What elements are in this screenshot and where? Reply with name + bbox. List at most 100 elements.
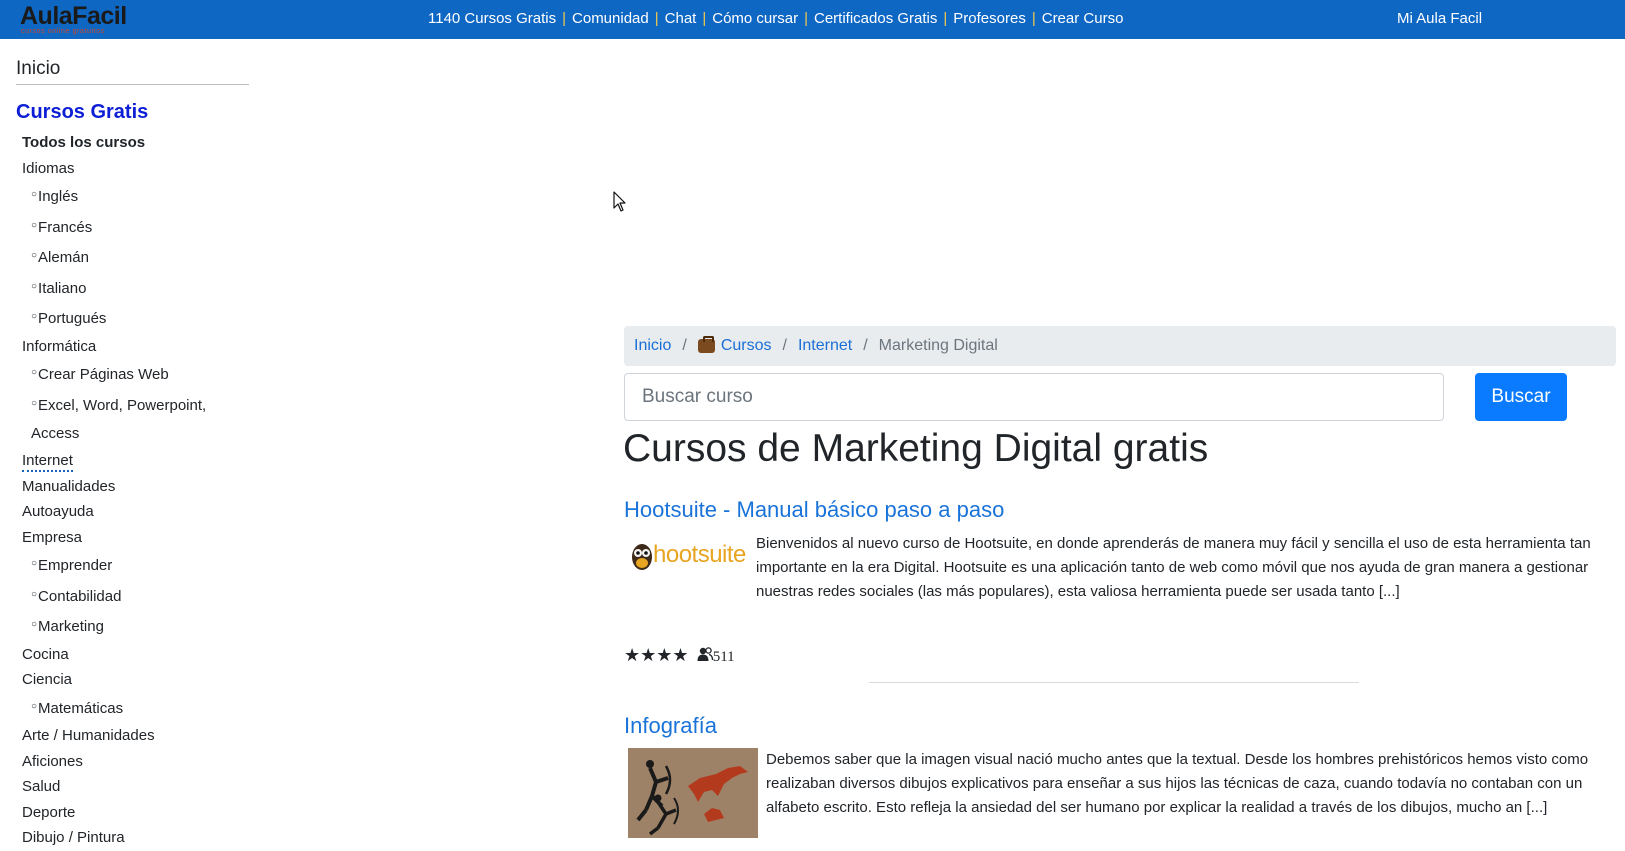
sidebar-item-label: Emprender — [38, 557, 113, 574]
page-title: Cursos de Marketing Digital gratis — [623, 427, 1209, 470]
nav-como-cursar[interactable]: Cómo cursar — [712, 10, 798, 27]
sidebar-item-label: Ciencia — [22, 671, 73, 688]
course-title-link[interactable]: Hootsuite - Manual básico paso a paso — [624, 497, 1004, 523]
sidebar-item[interactable]: Dibujo / Pintura — [16, 825, 249, 851]
sidebar-item[interactable]: Autoayuda — [16, 499, 249, 525]
star-rating: ★★★★ — [624, 645, 689, 665]
sidebar-item[interactable]: ○Emprender — [16, 550, 249, 581]
student-count: 511 — [712, 649, 735, 665]
account-link[interactable]: Mi Aula Facil — [1397, 10, 1482, 27]
nav-crear-curso[interactable]: Crear Curso — [1042, 10, 1124, 27]
nav-separator: | — [562, 10, 567, 27]
bullet-icon: ○ — [31, 588, 38, 600]
nav-comunidad[interactable]: Comunidad — [572, 10, 649, 27]
sidebar-item-label: Access — [31, 425, 80, 442]
sidebar-item[interactable]: Ciencia — [16, 667, 249, 693]
course-thumbnail[interactable] — [628, 748, 758, 846]
course-divider — [869, 682, 1359, 683]
course-description-text: Debemos saber que la imagen visual nació… — [766, 751, 1589, 816]
bullet-icon: ○ — [31, 700, 38, 712]
sidebar-item[interactable]: ○Crear Páginas Web — [16, 359, 249, 390]
top-navbar: AulaFacil cursos online gratuitos 1140 C… — [0, 0, 1625, 39]
nav-certificados[interactable]: Certificados Gratis — [814, 10, 937, 27]
bullet-icon: ○ — [31, 397, 38, 409]
sidebar-item-label: Idiomas — [22, 159, 75, 177]
course-thumbnail[interactable]: hootsuite — [624, 532, 748, 582]
sidebar-item[interactable]: ○Marketing — [16, 611, 249, 642]
sidebar-item[interactable]: ○Francés — [16, 212, 249, 243]
search-input[interactable] — [624, 373, 1444, 421]
course-rating: ★★★★ 511 — [624, 645, 735, 666]
sidebar-item-label: Cocina — [22, 645, 69, 663]
users-icon — [697, 647, 713, 661]
sidebar-item-label: Autoayuda — [22, 503, 94, 520]
search-button[interactable]: Buscar — [1475, 373, 1567, 421]
sidebar-item[interactable]: Salud — [16, 774, 249, 800]
thumbnail-text: hootsuite — [653, 541, 746, 568]
main-nav: 1140 Cursos Gratis | Comunidad | Chat | Cómo c… — [428, 10, 1123, 27]
sidebar-item[interactable]: Internet — [16, 448, 249, 474]
nav-separator: | — [702, 10, 707, 27]
sidebar-item-label: Contabilidad — [38, 587, 122, 605]
sidebar-item-label: Dibujo / Pintura — [22, 829, 125, 846]
nav-separator: | — [804, 10, 808, 27]
nav-separator: | — [943, 10, 948, 27]
nav-separator: | — [654, 10, 659, 27]
sidebar-item[interactable]: ○Matemáticas — [16, 693, 249, 724]
sidebar-item[interactable]: Deporte — [16, 800, 249, 826]
sidebar-item[interactable]: ○Italiano — [16, 273, 249, 304]
sidebar-item[interactable]: Access — [16, 420, 249, 448]
sidebar-item-label: Crear Páginas Web — [38, 366, 169, 383]
course-description-text: Bienvenidos al nuevo curso de Hootsuite,… — [756, 535, 1591, 600]
course-title-link[interactable]: Infografía — [624, 713, 717, 739]
sidebar-item[interactable]: Todos los cursos — [16, 130, 249, 156]
breadcrumb-separator: / — [682, 337, 687, 354]
sidebar-item[interactable]: Idiomas — [16, 156, 249, 182]
sidebar-item-label: Todos los cursos — [22, 134, 146, 151]
bullet-icon: ○ — [31, 311, 38, 322]
sidebar-item[interactable]: Manualidades — [16, 474, 249, 500]
breadcrumb-courses[interactable]: Cursos — [721, 337, 772, 355]
nav-chat[interactable]: Chat — [665, 10, 697, 27]
breadcrumb: Inicio / Cursos / Internet / Marketing D… — [624, 326, 1616, 366]
sidebar: Inicio Cursos Gratis Todos los cursos Idi… — [16, 58, 249, 851]
logo-text: AulaFacil — [20, 2, 127, 30]
breadcrumb-separator: / — [863, 337, 868, 354]
bullet-icon: ○ — [31, 558, 38, 569]
sidebar-home-link[interactable]: Inicio — [16, 58, 249, 85]
sidebar-item-label: Internet — [22, 452, 73, 472]
bullet-icon: ○ — [31, 280, 38, 292]
sidebar-category-list: Todos los cursos Idiomas ○Inglés ○Francés ○A… — [16, 130, 249, 851]
sidebar-item-label: Aficiones — [22, 752, 83, 770]
sidebar-item[interactable]: Empresa — [16, 525, 249, 551]
bullet-icon: ○ — [31, 189, 38, 200]
breadcrumb-category[interactable]: Internet — [798, 337, 852, 355]
nav-profesores[interactable]: Profesores — [953, 10, 1026, 27]
breadcrumb-home[interactable]: Inicio — [634, 337, 671, 355]
sidebar-section-title[interactable]: Cursos Gratis — [16, 101, 249, 124]
sidebar-item-label: Informática — [22, 337, 97, 355]
course-description: Debemos saber que la imagen visual nació… — [624, 748, 1604, 846]
bullet-icon: ○ — [31, 367, 38, 378]
sidebar-item-label: Italiano — [38, 279, 87, 297]
breadcrumb-separator: / — [782, 337, 787, 354]
sidebar-item[interactable]: ○Contabilidad — [16, 581, 249, 612]
sidebar-item-label: Matemáticas — [38, 699, 124, 717]
sidebar-item[interactable]: Aficiones — [16, 749, 249, 775]
sidebar-item-label: Salud — [22, 778, 61, 795]
bullet-icon: ○ — [31, 219, 38, 231]
nav-cursos-gratis[interactable]: 1140 Cursos Gratis — [428, 10, 556, 27]
sidebar-item[interactable]: ○Portugués — [16, 303, 249, 334]
sidebar-item[interactable]: ○Alemán — [16, 242, 249, 273]
site-logo[interactable]: AulaFacil cursos online gratuitos — [20, 3, 130, 37]
sidebar-item[interactable]: ○Excel, Word, Powerpoint, — [16, 390, 249, 421]
nav-separator: | — [1031, 10, 1036, 27]
sidebar-item[interactable]: Arte / Humanidades — [16, 723, 249, 749]
sidebar-item[interactable]: Cocina — [16, 642, 249, 668]
sidebar-item-label: Portugués — [38, 310, 107, 327]
sidebar-item-label: Empresa — [22, 528, 83, 546]
bullet-icon: ○ — [31, 619, 38, 630]
sidebar-item[interactable]: ○Inglés — [16, 181, 249, 212]
sidebar-item[interactable]: Informática — [16, 334, 249, 360]
sidebar-item-label: Alemán — [38, 249, 89, 266]
